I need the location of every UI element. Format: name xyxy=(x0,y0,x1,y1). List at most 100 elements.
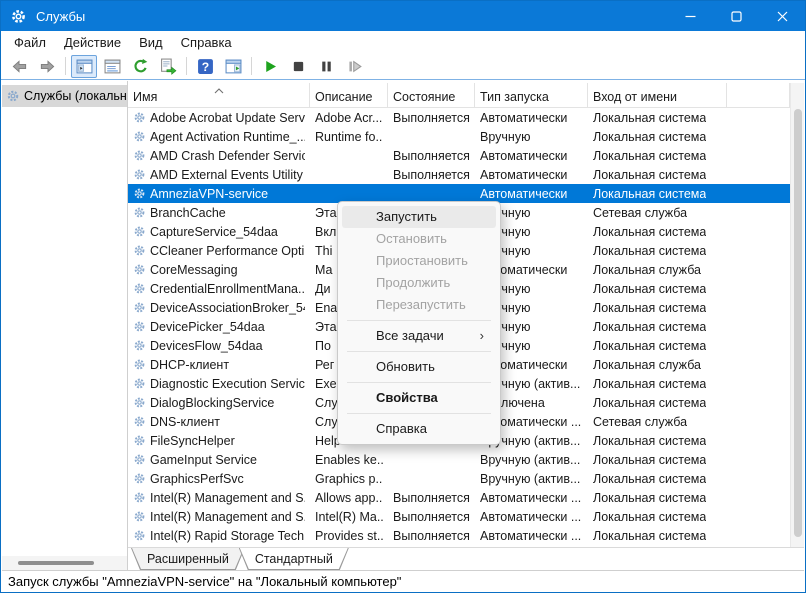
service-gear-icon xyxy=(133,225,146,238)
tab-extended[interactable]: Расширенный xyxy=(131,548,245,570)
service-row[interactable]: AMD External Events UtilityВыполняетсяАв… xyxy=(128,165,790,184)
logon-text: Локальная система xyxy=(593,282,706,296)
cell-logon: Сетевая служба xyxy=(588,412,727,431)
menu-separator xyxy=(347,382,491,383)
logon-text: Локальная система xyxy=(593,339,706,353)
column-header-4[interactable]: Вход от имени xyxy=(588,83,727,107)
sidebar-horizontal-scrollbar[interactable] xyxy=(2,556,127,570)
service-gear-icon xyxy=(133,263,146,276)
tree-item-services-local[interactable]: Службы (локальные) xyxy=(2,85,127,107)
export-list-button[interactable] xyxy=(155,55,181,78)
status-text: Выполняется xyxy=(393,168,470,182)
service-row[interactable]: GameInput ServiceEnables ke...Вручную (а… xyxy=(128,450,790,469)
service-gear-icon xyxy=(133,282,146,295)
status-text: Выполняется xyxy=(393,491,470,505)
cell-desc: Enables ke... xyxy=(310,450,388,469)
restart-service-button[interactable] xyxy=(341,55,367,78)
cell-status xyxy=(388,450,475,469)
status-text: Выполняется xyxy=(393,111,470,125)
column-header-0[interactable]: Имя xyxy=(128,83,310,107)
properties-button[interactable] xyxy=(99,55,125,78)
context-menu-item-all-tasks[interactable]: Все задачи› xyxy=(342,325,496,347)
cell-status: Выполняется xyxy=(388,146,475,165)
minimize-icon xyxy=(685,11,696,22)
service-gear-icon xyxy=(133,206,146,219)
menu-view[interactable]: Вид xyxy=(130,33,172,52)
toolbar-separator xyxy=(186,57,187,75)
cell-startup: Автоматически ... xyxy=(475,507,588,526)
close-icon xyxy=(777,11,788,22)
logon-text: Локальная служба xyxy=(593,358,701,372)
show-action-pane-button[interactable] xyxy=(220,55,246,78)
vertical-scrollbar[interactable] xyxy=(790,83,804,547)
cell-name: BranchCache xyxy=(128,203,310,222)
logon-text: Локальная система xyxy=(593,149,706,163)
cell-startup: Вручную (актив... xyxy=(475,469,588,488)
toolbar: ? xyxy=(1,53,805,80)
desc-text: Рег xyxy=(315,358,334,372)
cell-name: Intel(R) Rapid Storage Tech... xyxy=(128,526,310,545)
back-button[interactable] xyxy=(6,55,32,78)
menu-action[interactable]: Действие xyxy=(55,33,130,52)
scrollbar-thumb[interactable] xyxy=(18,561,94,565)
context-menu-item-stop: Остановить xyxy=(342,228,496,250)
pause-icon xyxy=(318,58,335,75)
service-gear-icon xyxy=(133,320,146,333)
minimize-button[interactable] xyxy=(667,1,713,31)
service-row[interactable]: GraphicsPerfSvcGraphics p...Вручную (акт… xyxy=(128,469,790,488)
context-menu-item-properties[interactable]: Свойства xyxy=(342,387,496,409)
cell-startup: Автоматически ... xyxy=(475,488,588,507)
submenu-arrow-icon: › xyxy=(480,325,484,347)
cell-logon: Локальная система xyxy=(588,393,727,412)
service-gear-icon xyxy=(133,187,146,200)
menu-file[interactable]: Файл xyxy=(5,33,55,52)
logon-text: Локальная система xyxy=(593,244,706,258)
show-console-tree-button[interactable] xyxy=(71,55,97,78)
service-gear-icon xyxy=(133,396,146,409)
desc-text: По xyxy=(315,339,331,353)
column-header-2[interactable]: Состояние xyxy=(388,83,475,107)
svg-text:?: ? xyxy=(201,59,208,73)
service-gear-icon xyxy=(133,301,146,314)
desc-text: Intel(R) Ma... xyxy=(315,510,383,524)
cell-logon: Локальная система xyxy=(588,374,727,393)
column-header-3[interactable]: Тип запуска xyxy=(475,83,588,107)
column-label: Тип запуска xyxy=(480,90,549,104)
menu-separator xyxy=(347,351,491,352)
name-text: CaptureService_54daa xyxy=(150,225,278,239)
start-service-button[interactable] xyxy=(257,55,283,78)
service-gear-icon xyxy=(133,111,146,124)
cell-startup: Автоматически ... xyxy=(475,526,588,545)
maximize-button[interactable] xyxy=(713,1,759,31)
service-row[interactable]: AMD Crash Defender ServiceВыполняетсяАвт… xyxy=(128,146,790,165)
help-button[interactable]: ? xyxy=(192,55,218,78)
desc-text: Ena xyxy=(315,301,337,315)
refresh-button[interactable] xyxy=(127,55,153,78)
forward-button[interactable] xyxy=(34,55,60,78)
menu-help[interactable]: Справка xyxy=(172,33,241,52)
context-menu-item-start[interactable]: Запустить xyxy=(342,206,496,228)
service-gear-icon xyxy=(133,339,146,352)
context-menu-item-refresh[interactable]: Обновить xyxy=(342,356,496,378)
logon-text: Локальная система xyxy=(593,472,706,486)
menu-item-label: Свойства xyxy=(376,390,438,405)
view-tabs: РасширенныйСтандартный xyxy=(128,547,804,570)
pause-service-button[interactable] xyxy=(313,55,339,78)
cell-desc: Allows app... xyxy=(310,488,388,507)
service-row[interactable]: Intel(R) Management and S...Allows app..… xyxy=(128,488,790,507)
service-row[interactable]: Intel(R) Management and S...Intel(R) Ma.… xyxy=(128,507,790,526)
startup-text: Вручную (актив... xyxy=(480,472,580,486)
column-header-1[interactable]: Описание xyxy=(310,83,388,107)
close-button[interactable] xyxy=(759,1,805,31)
service-row[interactable]: Adobe Acrobat Update Serv...Adobe Acr...… xyxy=(128,108,790,127)
tab-standard[interactable]: Стандартный xyxy=(239,548,349,570)
stop-service-button[interactable] xyxy=(285,55,311,78)
context-menu-item-help[interactable]: Справка xyxy=(342,418,496,440)
service-row[interactable]: Agent Activation Runtime_...Runtime fo..… xyxy=(128,127,790,146)
column-header-filler xyxy=(727,83,790,107)
column-label: Вход от имени xyxy=(593,90,677,104)
scrollbar-thumb[interactable] xyxy=(794,109,802,537)
cell-name: Adobe Acrobat Update Serv... xyxy=(128,108,310,127)
service-row[interactable]: Intel(R) Rapid Storage Tech...Provides s… xyxy=(128,526,790,545)
toolbar-separator xyxy=(65,57,66,75)
